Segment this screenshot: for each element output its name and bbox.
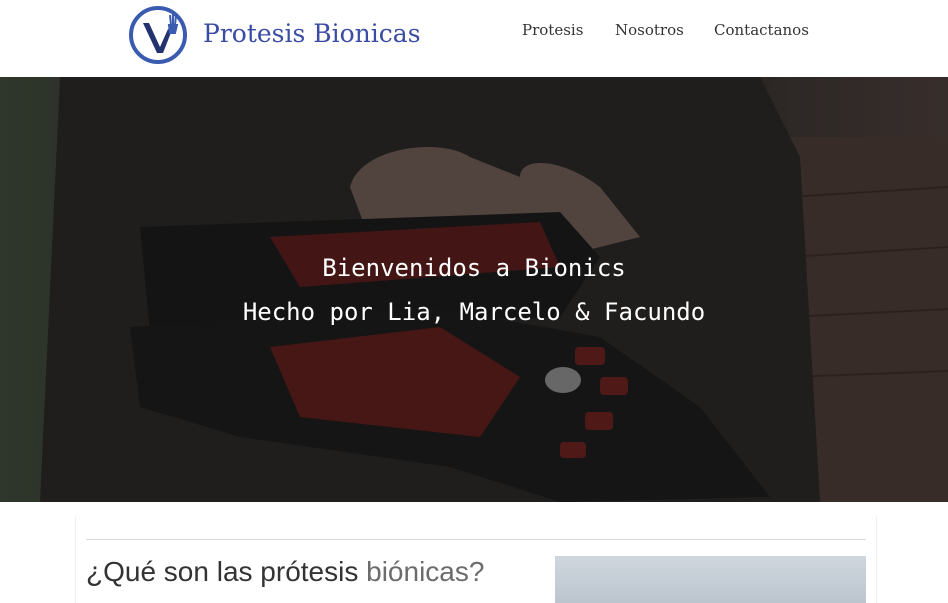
site-header: Protesis Bionicas Protesis Nosotros Cont… [0,0,948,77]
section-title-main: ¿Qué son las prótesis [86,556,367,587]
section-divider [86,539,866,540]
hero-heading: Bienvenidos a Bionics [322,254,626,282]
bionic-arm-hero-image [0,77,948,502]
prosthesis-photo [555,556,866,603]
nav-link-protesis[interactable]: Protesis [522,21,583,39]
hero-subheading: Hecho por Lia, Marcelo & Facundo [242,298,706,326]
nav-link-nosotros[interactable]: Nosotros [615,21,684,39]
section-title: ¿Qué son las prótesis biónicas? [86,556,484,588]
nav-link-contactanos[interactable]: Contactanos [714,21,809,39]
main-nav: Protesis Nosotros Contactanos [0,21,948,43]
hero-banner: Bienvenidos a Bionics Hecho por Lia, Mar… [0,77,948,502]
section-title-muted: biónicas? [366,556,485,587]
